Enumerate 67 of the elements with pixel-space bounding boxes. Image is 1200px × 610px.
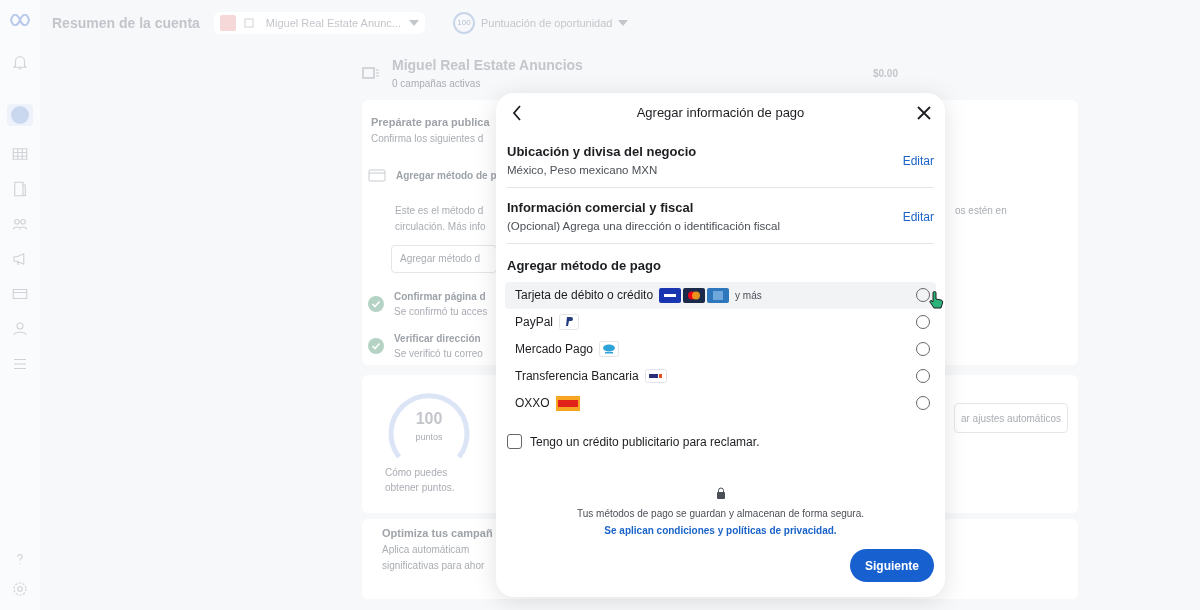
close-icon bbox=[917, 106, 931, 120]
method-label: OXXO bbox=[515, 395, 550, 412]
account-subtitle: 0 campañas activas bbox=[392, 77, 481, 91]
caret-icon bbox=[408, 20, 419, 26]
table-icon bbox=[11, 145, 29, 163]
account-name: Miguel Real Estate Anunc... bbox=[265, 15, 401, 31]
caret-icon bbox=[618, 20, 629, 26]
section-title: Ubicación y divisa del negocio bbox=[507, 143, 698, 162]
step-subtitle: Se confirmó tu acces bbox=[394, 304, 488, 319]
dialog-title: Agregar información de pago bbox=[635, 104, 806, 123]
check-circle-icon bbox=[368, 337, 384, 354]
book-icon bbox=[11, 180, 29, 198]
payment-method-row[interactable]: Mercado Pago bbox=[505, 335, 936, 363]
payment-method-row[interactable]: Transferencia Bancaria bbox=[505, 362, 936, 390]
method-label: Transferencia Bancaria bbox=[515, 368, 639, 385]
sidebar-item[interactable] bbox=[7, 104, 33, 126]
lock-icon bbox=[715, 486, 726, 499]
step-title: Confirmar página d bbox=[394, 289, 486, 304]
method-label: Tarjeta de débito o crédito bbox=[515, 287, 654, 304]
next-button[interactable]: Siguiente bbox=[850, 549, 934, 582]
checkbox-label: Tengo un crédito publicitario para reclamar. bbox=[530, 433, 760, 451]
step-subtitle: Se verificó tu correo bbox=[394, 346, 483, 361]
score-badge: 100 bbox=[452, 12, 475, 34]
section-value: México, Peso mexicano MXN bbox=[507, 162, 659, 178]
step-description: Este es el método d bbox=[395, 203, 484, 218]
paypal-logo-icon bbox=[559, 314, 580, 330]
mastercard-logo-icon bbox=[683, 287, 706, 303]
bell-icon bbox=[11, 53, 29, 71]
logo-icon[interactable] bbox=[9, 14, 31, 26]
amex-logo-icon bbox=[707, 287, 730, 303]
method-label: PayPal bbox=[515, 314, 554, 331]
edit-link[interactable]: Editar bbox=[902, 207, 934, 226]
card-subtitle: Confirma los siguientes d bbox=[371, 131, 484, 146]
method-label: Mercado Pago bbox=[515, 341, 594, 358]
step-title: Agregar método de p bbox=[396, 168, 497, 183]
mercadopago-logo-icon bbox=[599, 341, 620, 357]
step-description: os estén en bbox=[955, 203, 1007, 218]
card-title: Optimiza tus campañ bbox=[382, 526, 493, 541]
privacy-link[interactable]: Se aplican condiciones y políticas de privacidad. bbox=[604, 522, 837, 538]
check-circle-icon bbox=[368, 295, 384, 312]
step-description: circulación. Más info bbox=[395, 219, 486, 234]
spei-logo-icon bbox=[644, 369, 667, 383]
avatar-icon bbox=[11, 106, 29, 124]
security-text: Tus métodos de pago se guardan y almacenan de forma segura. bbox=[577, 506, 864, 521]
methods-title: Agregar método de pago bbox=[507, 257, 662, 275]
oxxo-logo-icon bbox=[555, 395, 580, 411]
credit-card-icon bbox=[368, 168, 386, 182]
card-description: significativas para ahor bbox=[382, 558, 485, 573]
card-description: Aplica automáticam bbox=[382, 542, 470, 557]
edit-link[interactable]: Editar bbox=[902, 151, 934, 170]
score-value: 100 bbox=[415, 409, 443, 430]
account-icon bbox=[219, 15, 236, 31]
section-value: (Opcional) Agrega una dirección o identificación fiscal bbox=[507, 218, 781, 234]
card-title: Prepárate para publica bbox=[371, 115, 490, 130]
hand-cursor-icon bbox=[928, 291, 944, 309]
person-icon bbox=[11, 320, 29, 338]
visa-logo-icon bbox=[659, 287, 682, 303]
settings-icon bbox=[11, 580, 29, 598]
step-title: Verificar dirección bbox=[394, 331, 481, 346]
section-title: Información comercial y fiscal bbox=[507, 199, 695, 218]
method-extra: y más bbox=[735, 288, 762, 303]
back-icon bbox=[512, 105, 522, 121]
score-unit: puntos bbox=[415, 431, 443, 445]
ad-account-icon bbox=[362, 66, 380, 80]
payment-method-row[interactable]: OXXO bbox=[505, 389, 936, 417]
payment-method-row[interactable]: PayPal bbox=[505, 308, 936, 336]
checkbox[interactable] bbox=[507, 434, 522, 449]
